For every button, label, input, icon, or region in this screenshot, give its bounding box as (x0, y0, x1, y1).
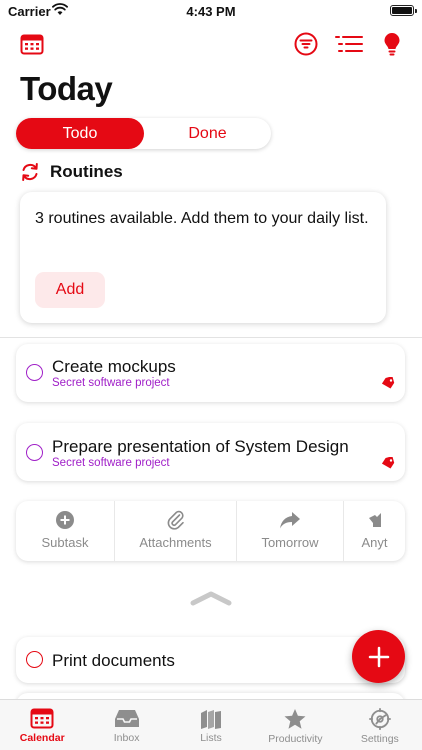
star-icon (284, 709, 306, 729)
list-view-button[interactable] (333, 30, 365, 58)
tab-label: Settings (360, 733, 399, 745)
action-label: Tomorrow (261, 535, 319, 550)
task-checkbox[interactable] (26, 651, 43, 668)
page-title: Today (20, 70, 113, 107)
tab-todo[interactable]: Todo (16, 118, 144, 149)
chevron-up-icon[interactable] (190, 590, 232, 606)
anytime-icon (368, 513, 381, 527)
subtask-action[interactable]: Subtask (16, 501, 115, 561)
tomorrow-action[interactable]: Tomorrow (237, 501, 344, 561)
calendar-icon (30, 708, 54, 729)
routines-title: Routines (50, 162, 123, 181)
task-action-bar: Subtask Attachments Tomorrow Anyt (16, 501, 405, 561)
task-project: Secret software project (52, 377, 170, 389)
gear-icon (368, 708, 391, 730)
tab-lists[interactable]: Lists (169, 700, 253, 750)
inbox-icon (114, 710, 139, 727)
list-icon (335, 36, 363, 52)
tab-label: Calendar (19, 732, 65, 744)
task-item[interactable]: Print documents (16, 637, 405, 683)
add-routines-button[interactable]: Add (35, 272, 105, 308)
refresh-icon (22, 163, 38, 181)
filter-button[interactable] (292, 30, 320, 58)
tab-bar: Calendar Inbox Lists Productivity Settin… (0, 699, 422, 750)
routines-card: 3 routines available. Add them to your d… (20, 192, 386, 323)
action-label: Attachments (139, 535, 212, 550)
attachments-action[interactable]: Attachments (115, 501, 237, 561)
tag-icon (381, 457, 395, 469)
battery-icon (390, 5, 417, 16)
ideas-button[interactable] (378, 30, 406, 58)
task-title: Prepare presentation of System Design (52, 437, 349, 456)
todo-done-segmented-control: Todo Done (16, 118, 271, 149)
forward-arrow-icon (280, 512, 300, 529)
tab-settings[interactable]: Settings (338, 700, 422, 750)
paperclip-icon (167, 510, 184, 530)
plus-icon (368, 646, 389, 667)
tab-calendar[interactable]: Calendar (0, 700, 84, 750)
status-bar: Carrier 4:43 PM (0, 0, 422, 24)
tab-productivity[interactable]: Productivity (253, 700, 337, 750)
routines-header: Routines (20, 162, 123, 182)
filter-icon (294, 32, 318, 56)
tab-label: Inbox (113, 732, 140, 744)
action-label: Subtask (41, 535, 89, 550)
task-item[interactable]: Create mockups Secret software project (16, 344, 405, 402)
tab-label: Lists (200, 732, 222, 744)
tab-inbox[interactable]: Inbox (84, 700, 168, 750)
divider (0, 337, 422, 338)
clock: 4:43 PM (186, 4, 236, 19)
task-title: Create mockups (52, 357, 176, 376)
plus-circle-icon (56, 511, 74, 529)
calendar-icon (20, 34, 44, 55)
lists-icon (201, 710, 222, 729)
task-title: Print documents (52, 651, 175, 670)
calendar-button[interactable] (18, 30, 46, 58)
anytime-action[interactable]: Anyt (344, 501, 405, 561)
action-label: Anyt (361, 535, 388, 550)
bulb-icon (384, 33, 400, 56)
tab-done[interactable]: Done (144, 118, 271, 149)
tab-label: Productivity (268, 733, 323, 745)
task-project: Secret software project (52, 457, 170, 469)
routines-message: 3 routines available. Add them to your d… (35, 210, 369, 227)
task-checkbox[interactable] (26, 444, 43, 461)
task-item[interactable]: Prepare presentation of System Design Se… (16, 423, 405, 481)
tag-icon (381, 377, 395, 389)
task-checkbox[interactable] (26, 364, 43, 381)
add-task-button[interactable] (352, 630, 405, 683)
